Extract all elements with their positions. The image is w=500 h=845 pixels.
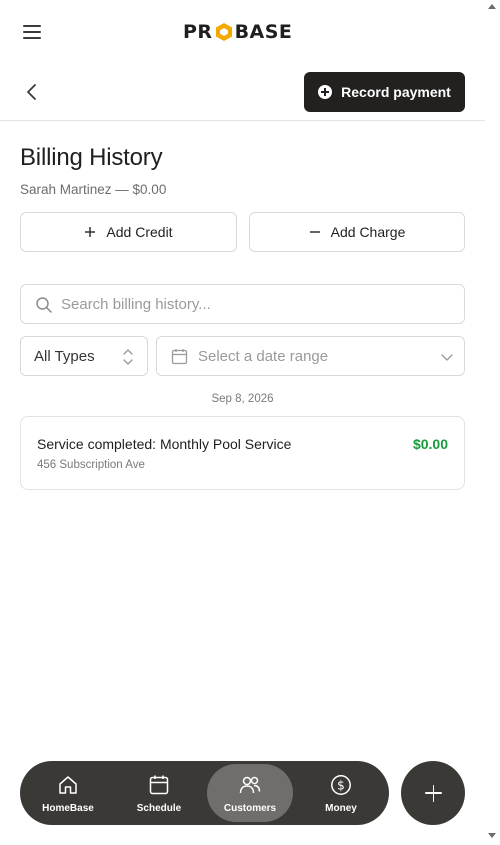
nav-item-customers[interactable]: Customers — [207, 764, 293, 822]
probase-logo: PR BASE — [183, 20, 292, 44]
nav-label-money: Money — [325, 803, 357, 814]
home-icon — [59, 776, 77, 794]
search-input[interactable] — [61, 286, 456, 322]
calendar-icon — [171, 349, 188, 365]
chevron-left-icon — [27, 84, 36, 100]
billing-entry-amount: $0.00 — [412, 436, 448, 452]
nav-label-homebase: HomeBase — [42, 803, 94, 814]
scroll-down-arrow-icon[interactable] — [488, 833, 496, 838]
nav-label-customers: Customers — [223, 803, 277, 814]
add-charge-button[interactable]: Add Charge — [249, 212, 465, 252]
search-box — [20, 284, 465, 324]
plus-icon — [85, 227, 96, 237]
menu-icon-line-3 — [23, 37, 41, 39]
record-payment-button[interactable]: Record payment — [304, 72, 465, 112]
chevron-down-icon — [441, 354, 453, 361]
menu-icon-line-1 — [23, 25, 41, 27]
history-date-header: Sep 8, 2026 — [211, 393, 274, 405]
dollar-icon: $ — [331, 775, 351, 795]
back-button[interactable] — [20, 80, 44, 104]
type-filter-value: All Types — [34, 348, 95, 365]
bottom-nav: HomeBase Schedule Customers $ Money — [20, 761, 389, 825]
users-icon — [239, 776, 261, 794]
svg-text:$: $ — [337, 779, 345, 793]
scroll-up-arrow-icon[interactable] — [488, 4, 496, 9]
add-fab-button[interactable] — [401, 761, 465, 825]
logo-text-left: PR — [183, 21, 213, 43]
logo-text-right: BASE — [234, 21, 293, 43]
search-icon — [36, 297, 52, 313]
type-filter-select[interactable]: All Types — [20, 336, 148, 376]
logo-hex-icon — [214, 22, 234, 42]
nav-item-homebase[interactable]: HomeBase — [25, 764, 111, 822]
menu-button[interactable] — [20, 20, 44, 44]
add-credit-label: Add Credit — [106, 224, 173, 240]
menu-icon-line-2 — [23, 31, 41, 33]
date-range-picker[interactable]: Select a date range — [156, 336, 465, 376]
calendar-icon — [149, 775, 169, 795]
top-bar: PR BASE — [0, 0, 485, 62]
nav-item-money[interactable]: $ Money — [298, 764, 384, 822]
sub-header: Record payment — [0, 62, 485, 121]
app-root: PR BASE Record payment Billing History S… — [0, 0, 485, 845]
chevron-up-down-icon — [123, 349, 133, 365]
add-charge-label: Add Charge — [330, 224, 406, 240]
minus-icon — [309, 231, 320, 233]
nav-item-schedule[interactable]: Schedule — [116, 764, 202, 822]
add-credit-button[interactable]: Add Credit — [20, 212, 237, 252]
record-payment-label: Record payment — [341, 84, 451, 100]
customer-balance-subtitle: Sarah Martinez — $0.00 — [20, 182, 167, 197]
billing-entry-card[interactable]: Service completed: Monthly Pool Service … — [20, 416, 465, 490]
nav-label-schedule: Schedule — [136, 803, 182, 814]
page-title: Billing History — [20, 144, 163, 171]
plus-circle-icon — [318, 85, 333, 99]
billing-entry-address: 456 Subscription Ave — [37, 459, 145, 471]
scrollbar[interactable] — [485, 0, 500, 845]
billing-entry-title: Service completed: Monthly Pool Service — [37, 436, 292, 452]
date-range-placeholder: Select a date range — [198, 348, 329, 365]
